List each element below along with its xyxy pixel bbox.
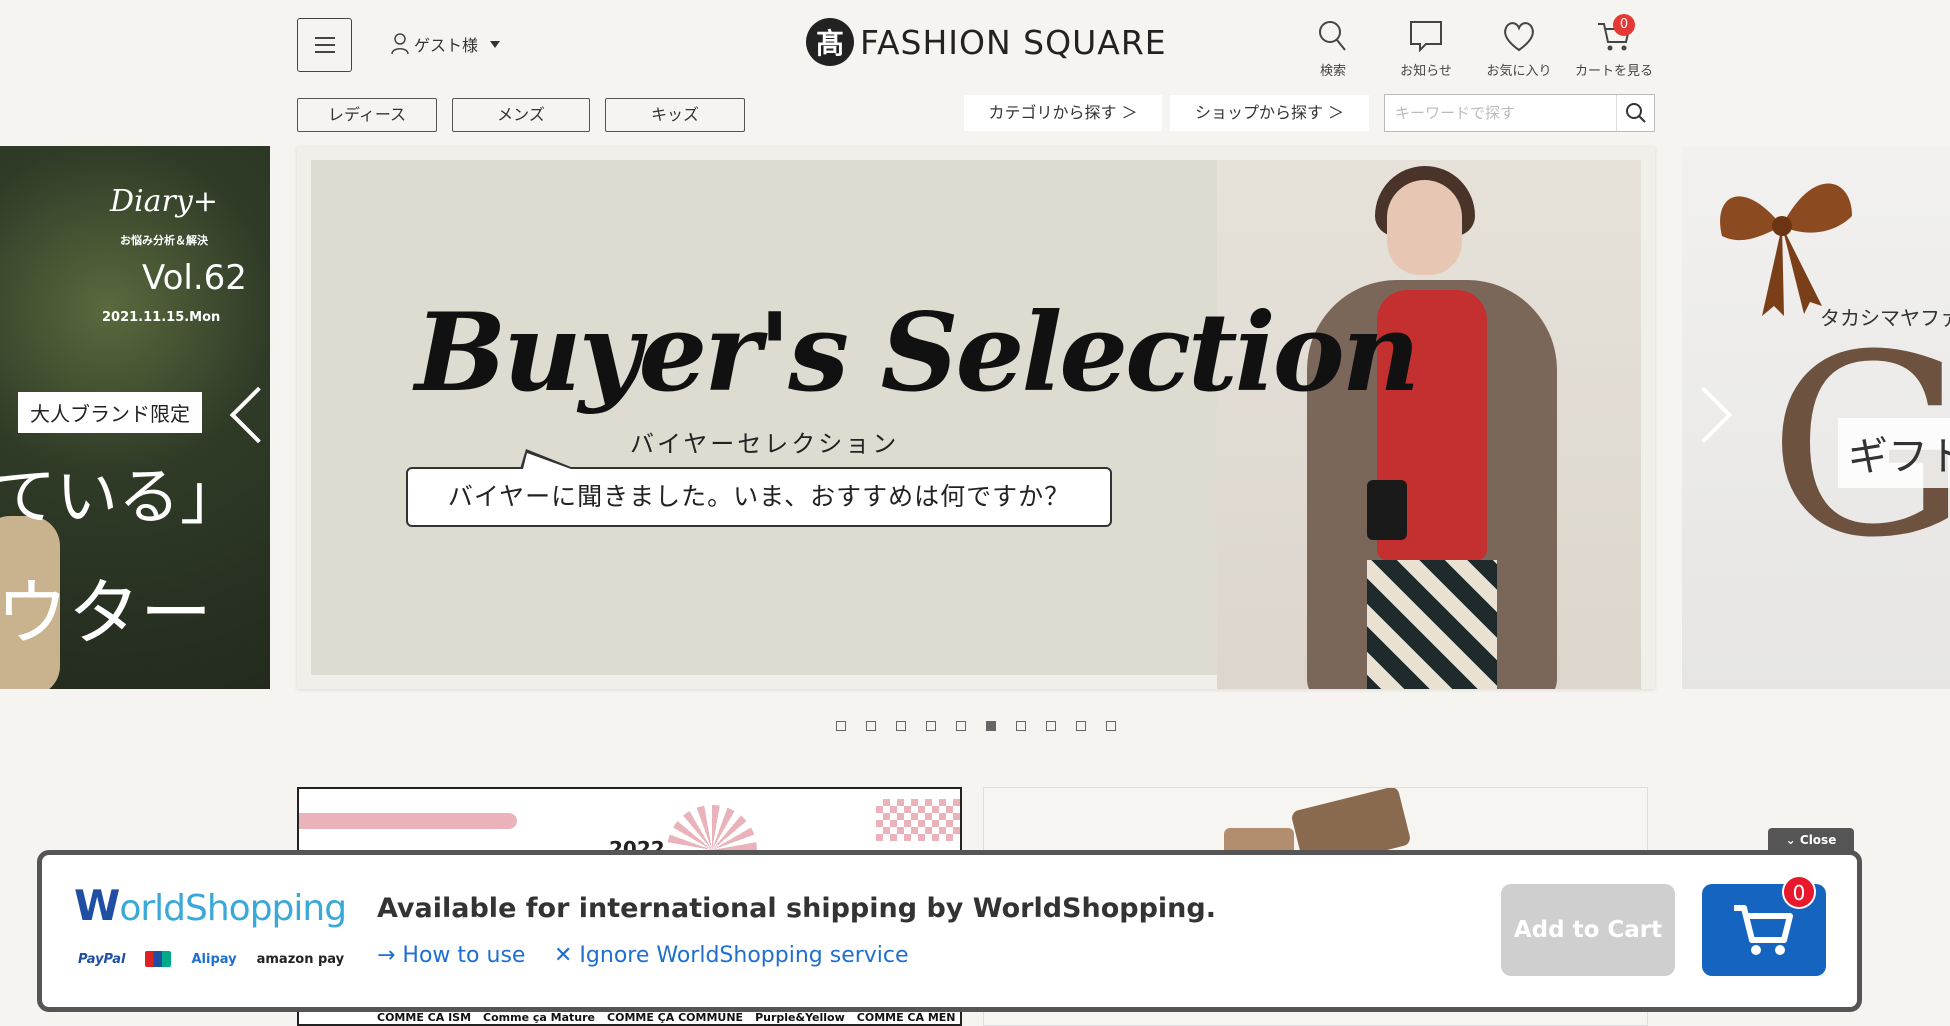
header-favorites-button[interactable]: お気に入り xyxy=(1474,18,1564,79)
carousel-dot[interactable] xyxy=(1046,721,1056,731)
checker-graphic xyxy=(876,799,960,841)
ribbon-icon xyxy=(1720,183,1852,316)
guest-account-menu[interactable]: ゲスト様 xyxy=(390,32,501,56)
header-cart-button[interactable]: カートを見る 0 xyxy=(1569,14,1659,79)
keyword-search-input[interactable] xyxy=(1385,95,1616,131)
carousel-dot[interactable] xyxy=(986,721,996,731)
worldshopping-cart-badge: 0 xyxy=(1782,875,1816,909)
brand-name: Purple&Yellow xyxy=(755,1011,845,1024)
chat-icon xyxy=(1410,21,1442,53)
brand-name: Comme ça Mature xyxy=(483,1011,596,1024)
carousel-dot[interactable] xyxy=(1076,721,1086,731)
worldshopping-logo: WorldShopping xyxy=(74,881,347,930)
carousel-dot[interactable] xyxy=(836,721,846,731)
payment-methods: PayPal Alipay amazon pay xyxy=(78,951,344,967)
chevron-down-icon: ⌄ xyxy=(1785,833,1800,847)
brand-name: COMME CA ISM xyxy=(377,1011,472,1024)
slide-brand: Diary+ xyxy=(110,184,218,219)
keyword-search xyxy=(1384,94,1655,132)
slide-headline-1: ている」 xyxy=(0,460,243,533)
worldshopping-bar: WorldShopping PayPal Alipay amazon pay A… xyxy=(37,850,1862,1012)
site-logo[interactable]: 髙 FASHION SQUARE xyxy=(806,18,1167,66)
heart-icon xyxy=(1504,22,1534,52)
carousel-dot[interactable] xyxy=(926,721,936,731)
alipay-logo: Alipay xyxy=(191,951,237,967)
carousel-dot[interactable] xyxy=(956,721,966,731)
carousel-dot[interactable] xyxy=(866,721,876,731)
slide-subtitle: お悩み分析＆解決 xyxy=(120,234,208,247)
worldshopping-headline: Available for international shipping by … xyxy=(377,893,1216,924)
slide-gift-label: ギフト xyxy=(1838,418,1950,488)
slide-title: Buyer's Selection xyxy=(415,290,1420,416)
amazon-pay-logo: amazon pay xyxy=(256,951,345,967)
carousel-dot[interactable] xyxy=(1106,721,1116,731)
carousel-prev-arrow[interactable] xyxy=(224,385,264,445)
find-by-category-button[interactable]: カテゴリから探す ＞ xyxy=(964,95,1162,131)
cart-count-badge: 0 xyxy=(1613,14,1635,36)
logo-text: FASHION SQUARE xyxy=(860,22,1167,62)
user-icon xyxy=(391,33,409,55)
worldshopping-close-button[interactable]: ⌄ Close xyxy=(1768,828,1854,852)
header-notice-label: お知らせ xyxy=(1400,64,1452,79)
carousel-slide-current[interactable] xyxy=(297,146,1655,689)
worldshopping-logo-w: W xyxy=(74,881,120,930)
how-to-use-link[interactable]: → How to use xyxy=(377,943,525,968)
search-icon xyxy=(1625,103,1646,123)
carousel-pagination xyxy=(836,721,1116,731)
slide-speech-bubble: バイヤーに聞きました。いま、おすすめは何ですか？ xyxy=(406,467,1112,527)
header-cart-label: カートを見る xyxy=(1574,64,1653,79)
category-ladies-button[interactable]: レディース xyxy=(297,98,437,132)
guest-label: ゲスト様 xyxy=(414,36,479,55)
worldshopping-logo-rest: orldShopping xyxy=(119,888,347,929)
cart-icon xyxy=(1734,905,1793,955)
search-icon xyxy=(1319,21,1346,51)
close-label: Close xyxy=(1799,833,1837,847)
header-notice-button[interactable]: お知らせ xyxy=(1381,18,1471,79)
header-favorites-label: お気に入り xyxy=(1486,64,1552,79)
slide-volume: Vol.62 xyxy=(142,258,247,298)
chevron-down-icon xyxy=(490,40,501,48)
brand-name: COMME ÇA COMMUNE xyxy=(607,1011,744,1024)
header-search-label: 検索 xyxy=(1319,64,1346,79)
category-mens-button[interactable]: メンズ xyxy=(452,98,590,132)
slide-title-kana: バイヤーセレクション xyxy=(630,430,900,458)
keyword-search-button[interactable] xyxy=(1616,95,1654,131)
carousel-next-arrow[interactable] xyxy=(1690,385,1730,445)
slide-tag: 大人ブランド限定 xyxy=(18,392,202,433)
header-search-button[interactable]: 検索 xyxy=(1288,18,1378,79)
slide-date: 2021.11.15.Mon xyxy=(102,310,221,325)
brand-name: COMME CA MEN xyxy=(856,1011,956,1024)
paypal-logo: PayPal xyxy=(78,951,126,967)
find-by-shop-button[interactable]: ショップから探す ＞ xyxy=(1170,95,1369,131)
unionpay-card-icon xyxy=(145,951,172,967)
ignore-worldshopping-link[interactable]: ✕ Ignore WorldShopping service xyxy=(554,943,909,968)
slide-headline-2: ウター xyxy=(0,571,213,655)
speech-bubble-tail-inner xyxy=(523,453,571,469)
logo-mark: 髙 xyxy=(806,18,854,66)
carousel-dot[interactable] xyxy=(896,721,906,731)
banner-decoration xyxy=(299,813,517,829)
banner-brand-list: COMME CA ISM Comme ça Mature COMME ÇA CO… xyxy=(377,1011,956,1024)
category-kids-button[interactable]: キッズ xyxy=(605,98,745,132)
menu-button[interactable] xyxy=(297,18,352,72)
hamburger-icon xyxy=(314,37,335,53)
carousel-dot[interactable] xyxy=(1016,721,1026,731)
add-to-cart-button[interactable]: Add to Cart xyxy=(1501,884,1675,976)
slide-model-photo xyxy=(1217,160,1641,689)
